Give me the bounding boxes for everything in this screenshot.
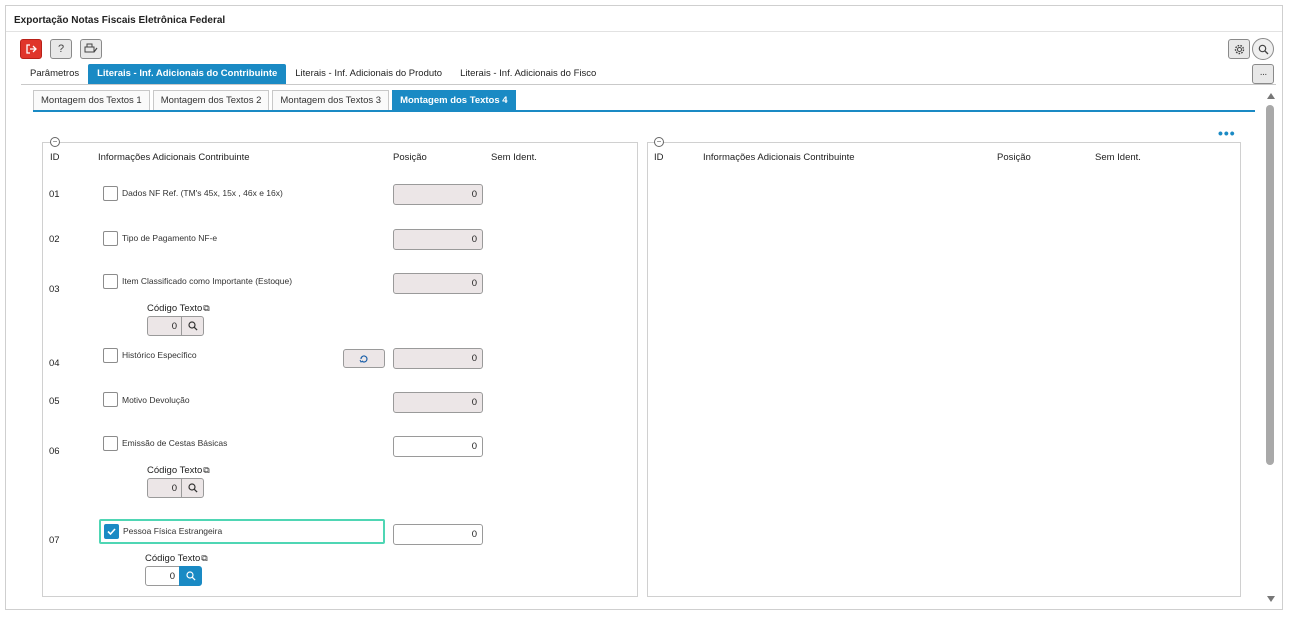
row-03-position-input[interactable]: 0 xyxy=(393,273,483,294)
row-01-id: 01 xyxy=(49,189,60,200)
left-header-position: Posição xyxy=(393,152,427,163)
search-button[interactable] xyxy=(1252,38,1274,60)
row-06-label: Emissão de Cestas Básicas xyxy=(122,438,228,448)
row-03-label: Item Classificado como Importante (Estoq… xyxy=(122,276,293,286)
tab-montagem-2[interactable]: Montagem dos Textos 2 xyxy=(152,90,270,111)
exit-button[interactable] xyxy=(20,39,42,59)
collapse-left-icon[interactable]: − xyxy=(50,137,60,147)
row-07-code-label: Código Texto⧉ xyxy=(145,553,208,564)
row-07-position-input[interactable]: 0 xyxy=(393,524,483,545)
row-03-id: 03 xyxy=(49,284,60,295)
collapse-right-icon[interactable]: − xyxy=(654,137,664,147)
right-header-id: ID xyxy=(654,152,664,163)
refresh-icon xyxy=(359,354,368,363)
right-panel xyxy=(647,142,1241,597)
left-header-id: ID xyxy=(50,152,60,163)
row-02-position-input[interactable]: 0 xyxy=(393,229,483,250)
row-01-position-input[interactable]: 0 xyxy=(393,184,483,205)
row-04-label: Histórico Específico xyxy=(122,350,197,360)
copy-icon: ⧉ xyxy=(203,465,210,475)
title-divider xyxy=(6,31,1282,32)
row-03-code-label: Código Texto⧉ xyxy=(147,303,210,314)
scroll-thumb[interactable] xyxy=(1266,105,1274,465)
right-header-position: Posição xyxy=(997,152,1031,163)
settings-button[interactable] xyxy=(1228,39,1250,59)
row-02-label: Tipo de Pagamento NF-e xyxy=(122,233,218,243)
row-06-code-input[interactable]: 0 xyxy=(147,478,182,498)
exit-icon xyxy=(26,44,37,54)
tab-parametros[interactable]: Parâmetros xyxy=(21,64,88,84)
row-06-code-search-button[interactable] xyxy=(181,478,204,498)
row-02-id: 02 xyxy=(49,234,60,245)
vertical-scrollbar[interactable] xyxy=(1264,93,1278,606)
row-06-id: 06 xyxy=(49,446,60,457)
row-07-code-input[interactable]: 0 xyxy=(145,566,180,586)
row-02-checkbox[interactable] xyxy=(103,231,118,246)
help-button[interactable]: ? xyxy=(50,39,72,59)
app-window: Exportação Notas Fiscais Eletrônica Fede… xyxy=(5,5,1283,610)
row-04-history-button[interactable] xyxy=(343,349,385,368)
sub-tabs: Montagem dos Textos 1 Montagem dos Texto… xyxy=(33,90,516,111)
window-title: Exportação Notas Fiscais Eletrônica Fede… xyxy=(14,15,226,26)
right-header-info: Informações Adicionais Contribuinte xyxy=(703,152,855,163)
left-header-no-ident: Sem Ident. xyxy=(491,152,537,163)
search-icon xyxy=(1258,44,1268,54)
row-04-id: 04 xyxy=(49,358,60,369)
tab-montagem-3[interactable]: Montagem dos Textos 3 xyxy=(272,90,390,111)
row-05-label: Motivo Devolução xyxy=(122,395,190,405)
print-icon xyxy=(84,43,98,53)
check-icon xyxy=(107,528,116,536)
row-03-checkbox[interactable] xyxy=(103,274,118,289)
row-07-code-search-button[interactable] xyxy=(179,566,202,586)
tab-montagem-1[interactable]: Montagem dos Textos 1 xyxy=(33,90,150,111)
row-06-position-input[interactable]: 0 xyxy=(393,436,483,457)
row-01-checkbox[interactable] xyxy=(103,186,118,201)
row-05-checkbox[interactable] xyxy=(103,392,118,407)
row-06-checkbox[interactable] xyxy=(103,436,118,451)
row-05-position-input[interactable]: 0 xyxy=(393,392,483,413)
row-03-code-search-button[interactable] xyxy=(181,316,204,336)
tab-montagem-4[interactable]: Montagem dos Textos 4 xyxy=(392,90,516,111)
help-icon: ? xyxy=(57,43,65,55)
row-05-id: 05 xyxy=(49,396,60,407)
more-icon: ··· xyxy=(1259,68,1268,80)
row-07-label: Pessoa Física Estrangeira xyxy=(123,526,223,536)
row-07-checkbox[interactable] xyxy=(104,524,119,539)
copy-icon: ⧉ xyxy=(203,303,210,313)
sub-tabs-divider xyxy=(33,110,1255,112)
search-icon xyxy=(187,321,198,331)
row-07-id: 07 xyxy=(49,535,60,546)
search-icon xyxy=(187,483,198,493)
main-tabs-divider xyxy=(21,84,1276,85)
copy-icon: ⧉ xyxy=(201,553,208,563)
row-04-checkbox[interactable] xyxy=(103,348,118,363)
row-01-label: Dados NF Ref. (TM's 45x, 15x , 46x e 16x… xyxy=(122,188,283,198)
scroll-down-arrow[interactable] xyxy=(1267,596,1275,602)
scroll-up-arrow[interactable] xyxy=(1267,93,1275,99)
row-04-position-input[interactable]: 0 xyxy=(393,348,483,369)
right-header-no-ident: Sem Ident. xyxy=(1095,152,1141,163)
tab-literais-produto[interactable]: Literais - Inf. Adicionais do Produto xyxy=(286,64,451,84)
tab-literais-contribuinte[interactable]: Literais - Inf. Adicionais do Contribuin… xyxy=(88,64,287,84)
tab-literais-fisco[interactable]: Literais - Inf. Adicionais do Fisco xyxy=(451,64,605,84)
main-tabs: Parâmetros Literais - Inf. Adicionais do… xyxy=(21,64,605,84)
panel-more-button[interactable]: ••• xyxy=(1218,125,1236,141)
search-icon xyxy=(185,571,196,581)
more-options-button[interactable]: ··· xyxy=(1252,64,1274,84)
row-06-code-label: Código Texto⧉ xyxy=(147,465,210,476)
row-03-code-input[interactable]: 0 xyxy=(147,316,182,336)
gear-icon xyxy=(1234,44,1244,54)
print-button[interactable] xyxy=(80,39,102,59)
left-header-info: Informações Adicionais Contribuinte xyxy=(98,152,250,163)
